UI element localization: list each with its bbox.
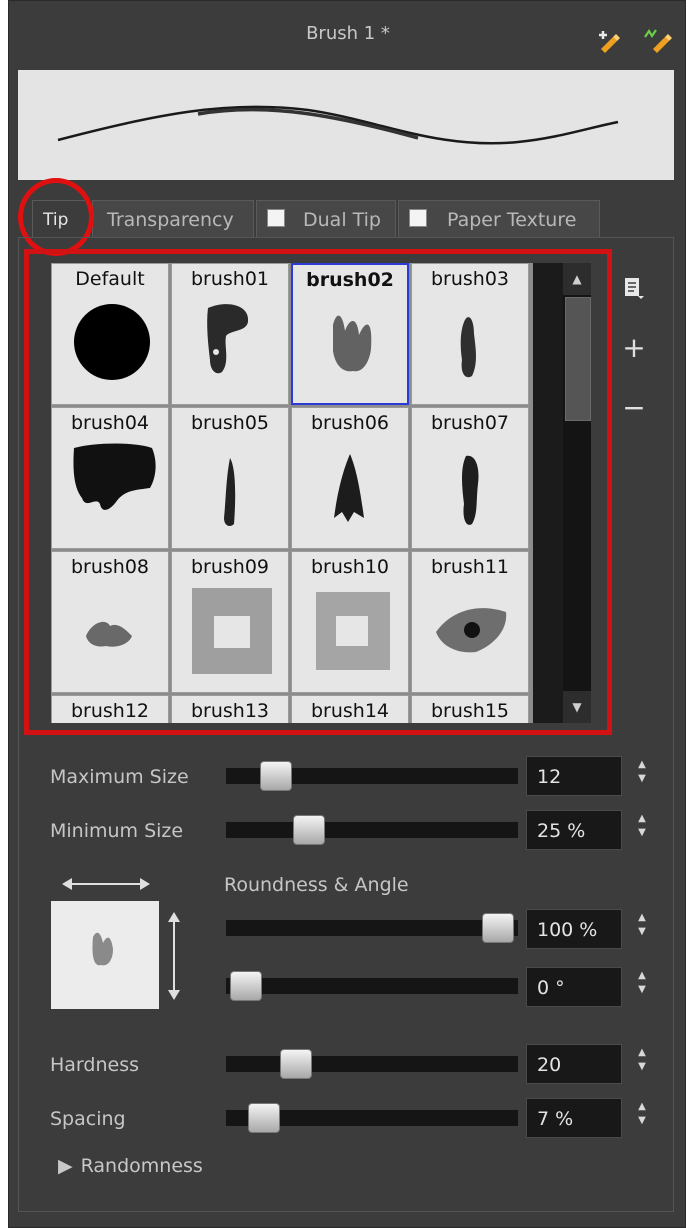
minimum-size-field[interactable]: 25 % bbox=[526, 810, 622, 850]
angle-field[interactable]: 0 ° bbox=[526, 967, 622, 1007]
spacing-label: Spacing bbox=[50, 1108, 126, 1130]
brush-grid-highlight-box bbox=[24, 249, 612, 735]
maximum-size-spinner[interactable]: ▲ ▼ bbox=[636, 758, 648, 786]
minimum-size-label: Minimum Size bbox=[50, 820, 184, 842]
hardness-slider[interactable] bbox=[226, 1049, 518, 1079]
maximum-size-slider-knob[interactable] bbox=[260, 761, 293, 791]
randomness-label: Randomness bbox=[80, 1155, 203, 1177]
rename-brush-icon[interactable] bbox=[643, 27, 673, 57]
minimum-size-spinner[interactable]: ▲ ▼ bbox=[636, 812, 648, 840]
hardness-label: Hardness bbox=[50, 1054, 139, 1076]
spacing-slider-knob[interactable] bbox=[247, 1103, 280, 1133]
expand-triangle-icon: ▶ bbox=[58, 1155, 73, 1177]
hardness-slider-knob[interactable] bbox=[280, 1049, 313, 1079]
roundness-slider[interactable] bbox=[226, 913, 518, 943]
maximum-size-label: Maximum Size bbox=[50, 766, 189, 788]
width-arrow-icon bbox=[60, 876, 152, 896]
minimum-size-slider-knob[interactable] bbox=[293, 815, 325, 845]
dual-tip-checkbox[interactable] bbox=[267, 209, 285, 227]
maximum-size-slider[interactable] bbox=[226, 761, 518, 791]
paper-texture-checkbox[interactable] bbox=[409, 209, 427, 227]
roundness-angle-label: Roundness & Angle bbox=[224, 874, 409, 896]
tab-transparency-label: Transparency bbox=[107, 209, 234, 231]
height-arrow-icon bbox=[166, 910, 182, 1006]
randomness-section-toggle[interactable]: ▶ Randomness bbox=[58, 1155, 203, 1177]
add-brush-button[interactable]: + bbox=[620, 334, 648, 362]
tip-shape-preview bbox=[51, 901, 159, 1009]
tab-dual-tip[interactable]: Dual Tip bbox=[256, 200, 396, 238]
new-brush-icon[interactable] bbox=[595, 27, 625, 57]
tab-dual-tip-label: Dual Tip bbox=[303, 209, 381, 231]
angle-slider-knob[interactable] bbox=[230, 971, 262, 1001]
spacing-spinner[interactable]: ▲ ▼ bbox=[636, 1100, 648, 1128]
maximum-size-field[interactable]: 12 bbox=[526, 756, 622, 796]
spacing-slider[interactable] bbox=[226, 1103, 518, 1133]
minimum-size-slider[interactable] bbox=[226, 815, 518, 845]
spacing-field[interactable]: 7 % bbox=[526, 1098, 622, 1138]
tab-paper-texture[interactable]: Paper Texture bbox=[398, 200, 600, 238]
angle-slider[interactable] bbox=[226, 971, 518, 1001]
roundness-spinner[interactable]: ▲ ▼ bbox=[636, 911, 648, 939]
tab-transparency[interactable]: Transparency bbox=[92, 200, 254, 238]
angle-spinner[interactable]: ▲ ▼ bbox=[636, 969, 648, 997]
remove-brush-button[interactable]: − bbox=[620, 394, 648, 422]
hardness-field[interactable]: 20 bbox=[526, 1044, 622, 1084]
stroke-preview bbox=[18, 70, 674, 180]
roundness-slider-knob[interactable] bbox=[482, 913, 514, 943]
roundness-field[interactable]: 100 % bbox=[526, 909, 622, 949]
menu-icon[interactable] bbox=[620, 276, 648, 304]
tab-paper-texture-label: Paper Texture bbox=[447, 209, 577, 231]
brush-title: Brush 1 * bbox=[306, 23, 390, 44]
hardness-spinner[interactable]: ▲ ▼ bbox=[636, 1046, 648, 1074]
